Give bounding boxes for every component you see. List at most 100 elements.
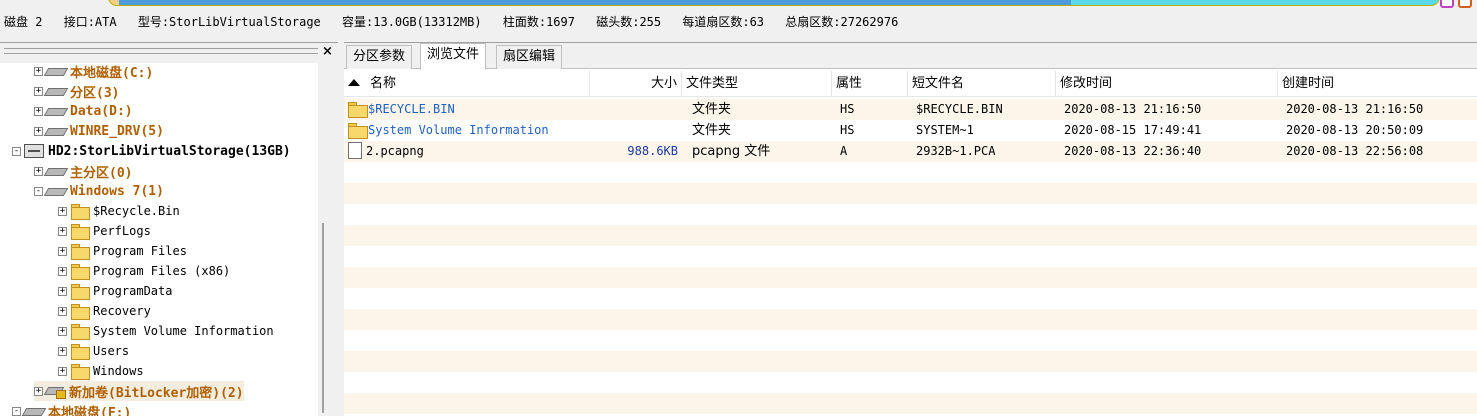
tree-node[interactable]: + Recovery xyxy=(58,301,151,321)
tree-node[interactable]: + Windows xyxy=(58,361,144,381)
tree-node[interactable]: - HD2:StorLibVirtualStorage(13GB) xyxy=(12,141,291,161)
file-created-cell: 2020-08-13 21:16:50 xyxy=(1286,102,1424,116)
tree-node[interactable]: + 分区(3) xyxy=(34,81,119,101)
file-row[interactable]: System Volume Information 文件夹 HS SYSTEM~1 20… xyxy=(344,120,1477,141)
tree-node[interactable]: + $Recycle.Bin xyxy=(58,201,180,221)
file-row[interactable]: 2.pcapng 988.6KB pcapng 文件 A 2932B~1.PCA 2020… xyxy=(344,141,1477,162)
close-icon[interactable]: × xyxy=(322,44,333,59)
tree-node[interactable]: + Program Files (x86) xyxy=(58,261,230,281)
file-short-cell: SYSTEM~1 xyxy=(916,123,974,137)
folder-icon xyxy=(70,344,90,360)
help-icon[interactable] xyxy=(1440,0,1454,8)
file-name: 2.pcapng xyxy=(366,144,424,158)
file-short-cell: $RECYCLE.BIN xyxy=(916,102,1003,116)
expand-icon[interactable]: + xyxy=(58,246,67,256)
file-short-cell: 2932B~1.PCA xyxy=(916,144,996,158)
column-header-short-name[interactable]: 短文件名 xyxy=(908,71,1056,97)
file-type-cell: 文件夹 xyxy=(692,102,732,117)
tree-node-label: 新加卷(BitLocker加密)(2) xyxy=(69,385,244,401)
tree-node[interactable]: - 本地磁盘(F:) xyxy=(12,401,131,416)
disk-icon xyxy=(46,66,66,76)
file-type-cell: pcapng 文件 xyxy=(692,144,771,159)
tab-browse-files[interactable]: 浏览文件 xyxy=(420,43,487,70)
disk-total-sectors: 总扇区数:27262976 xyxy=(785,15,899,29)
tree-node[interactable]: + 主分区(0) xyxy=(34,161,132,181)
expand-icon[interactable]: + xyxy=(58,206,67,216)
expand-icon[interactable]: + xyxy=(58,306,67,316)
tree-node[interactable]: + 新加卷(BitLocker加密)(2) xyxy=(34,381,244,401)
tree-node[interactable]: + Users xyxy=(58,341,129,361)
expand-icon[interactable]: + xyxy=(34,126,43,136)
column-header-name[interactable]: 名称 xyxy=(344,71,590,97)
disk-info-bar: 磁盘 2 接口:ATA 型号:StorLibVirtualStorage 容量:… xyxy=(4,12,912,32)
empty-row xyxy=(344,330,1477,351)
tree-node[interactable]: + 本地磁盘(C:) xyxy=(34,63,153,81)
expand-icon[interactable]: + xyxy=(58,226,67,236)
expand-icon[interactable]: + xyxy=(34,86,43,96)
folder-icon xyxy=(70,324,90,340)
tree-node-label: Program Files xyxy=(93,244,187,258)
expand-icon[interactable]: + xyxy=(34,66,43,76)
top-strip xyxy=(0,0,1477,8)
file-row[interactable]: $RECYCLE.BIN 文件夹 HS $RECYCLE.BIN 2020-08-13 … xyxy=(344,99,1477,120)
tree-node[interactable]: + PerfLogs xyxy=(58,221,151,241)
tree-node[interactable]: + Program Files xyxy=(58,241,187,261)
disk-icon xyxy=(46,166,66,176)
directory-tree: + 本地磁盘(C:) + 分区(3) + Data(D:) + WINRE_DRV(5) - HD… xyxy=(0,63,318,416)
folder-icon xyxy=(348,123,368,139)
folder-icon xyxy=(70,224,90,240)
empty-row xyxy=(344,225,1477,246)
collapse-icon[interactable]: - xyxy=(12,146,21,156)
tree-node[interactable]: - Windows 7(1) xyxy=(34,181,164,201)
panel-grip[interactable] xyxy=(4,48,318,54)
file-browser-panel: 分区参数 浏览文件 扇区编辑 名称 大小 文件类型 属性 短文件名 修改时间 创… xyxy=(344,42,1477,416)
expand-icon[interactable]: + xyxy=(58,346,67,356)
directory-tree-panel: × + 本地磁盘(C:) + 分区(3) + Data(D:) + WINRE_DRV(5) -… xyxy=(0,42,338,416)
folder-icon xyxy=(70,204,90,220)
column-header-type[interactable]: 文件类型 xyxy=(682,71,832,97)
tree-node-label: Program Files (x86) xyxy=(93,264,231,278)
expand-icon[interactable]: + xyxy=(58,266,67,276)
scrollbar-thumb[interactable] xyxy=(322,223,332,413)
tree-node[interactable]: + System Volume Information xyxy=(58,321,274,341)
expand-icon[interactable]: + xyxy=(58,366,67,376)
column-header-attributes[interactable]: 属性 xyxy=(832,71,908,97)
expand-icon[interactable]: + xyxy=(58,286,67,296)
capacity-used-segment xyxy=(119,0,1071,5)
expand-icon[interactable]: + xyxy=(34,106,43,116)
tree-node[interactable]: + ProgramData xyxy=(58,281,172,301)
tree-node[interactable]: + Data(D:) xyxy=(34,101,133,121)
toolbar-icon[interactable] xyxy=(1458,0,1472,8)
collapse-icon[interactable]: - xyxy=(12,406,21,416)
file-icon xyxy=(348,142,362,159)
file-name-cell: 2.pcapng xyxy=(348,141,588,162)
disk-model: 型号:StorLibVirtualStorage xyxy=(137,15,321,29)
file-modified-cell: 2020-08-13 21:16:50 xyxy=(1064,102,1202,116)
file-name: System Volume Information xyxy=(368,123,549,137)
expand-icon[interactable]: + xyxy=(34,386,43,396)
tree-node[interactable]: + WINRE_DRV(5) xyxy=(34,121,164,141)
file-modified-cell: 2020-08-13 22:36:40 xyxy=(1064,144,1202,158)
folder-icon xyxy=(70,244,90,260)
tab-bar: 分区参数 浏览文件 扇区编辑 xyxy=(344,43,1477,70)
tab-sector-edit[interactable]: 扇区编辑 xyxy=(496,45,563,69)
empty-row xyxy=(344,309,1477,330)
column-header-created[interactable]: 创建时间 xyxy=(1278,71,1477,97)
tab-partition-params[interactable]: 分区参数 xyxy=(346,45,413,69)
disk-icon xyxy=(46,126,66,136)
disk-heads: 磁头数:255 xyxy=(596,15,662,29)
file-created-cell: 2020-08-13 20:50:09 xyxy=(1286,123,1424,137)
column-header-modified[interactable]: 修改时间 xyxy=(1056,71,1278,97)
expand-icon[interactable]: + xyxy=(34,166,43,176)
sort-up-icon[interactable] xyxy=(348,79,360,86)
empty-row xyxy=(344,204,1477,225)
folder-icon xyxy=(348,102,368,118)
disk-icon xyxy=(24,406,44,416)
disk-interface: 接口:ATA xyxy=(63,15,117,29)
disk-number: 磁盘 2 xyxy=(4,15,43,29)
collapse-icon[interactable]: - xyxy=(34,186,43,196)
column-header-size[interactable]: 大小 xyxy=(590,71,682,97)
tree-scrollbar[interactable] xyxy=(318,63,338,416)
expand-icon[interactable]: + xyxy=(58,326,67,336)
empty-row xyxy=(344,267,1477,288)
